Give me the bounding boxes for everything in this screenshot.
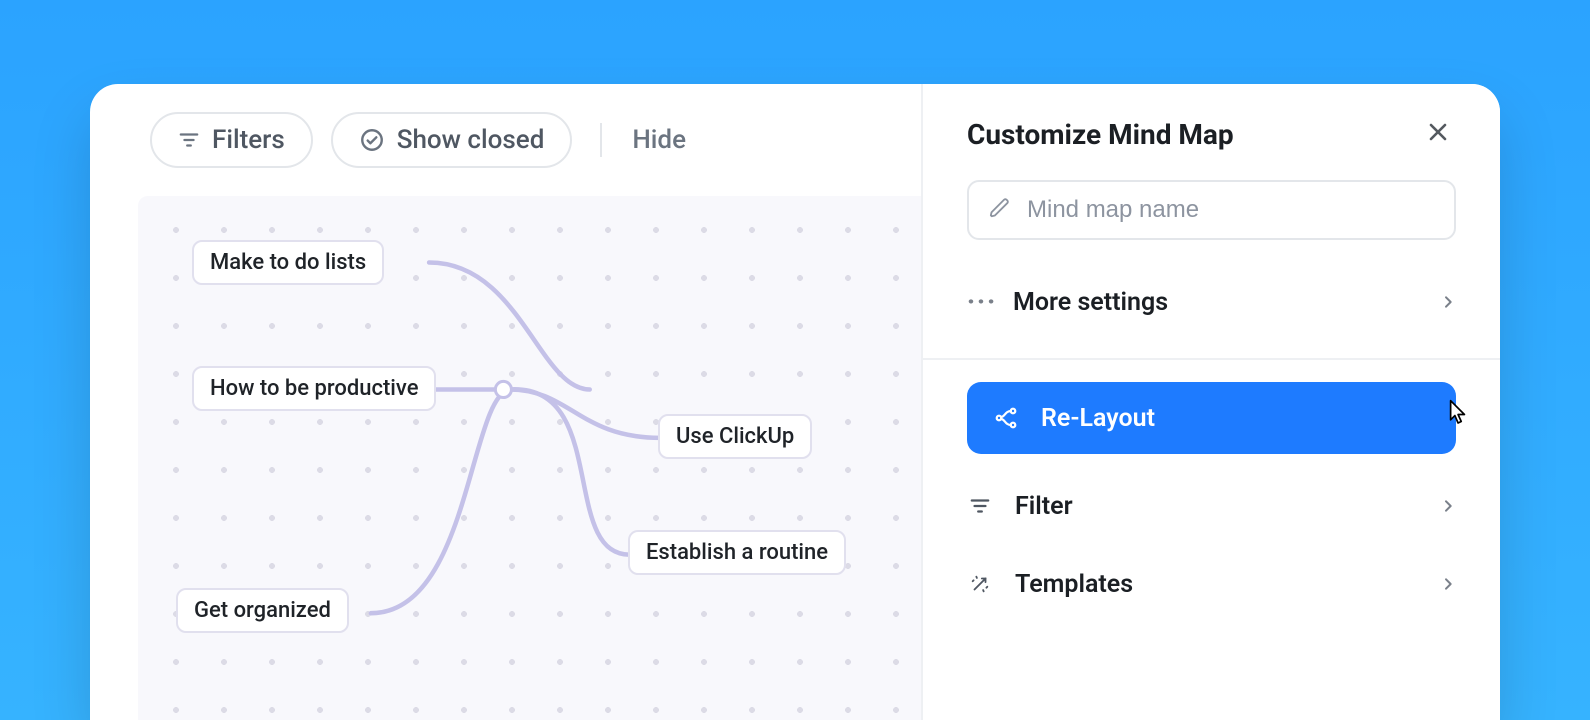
filter-icon [967,495,993,517]
relayout-label: Re-Layout [1041,404,1155,433]
show-closed-button[interactable]: Show closed [331,112,573,168]
templates-label: Templates [1015,570,1133,599]
app-window: Filters Show closed Hide [90,84,1500,720]
hide-button[interactable]: Hide [624,125,694,155]
filter-action[interactable]: Filter [923,474,1500,538]
panel-title: Customize Mind Map [967,118,1234,151]
pointer-cursor-icon [1440,398,1474,439]
panel-header: Customize Mind Map [923,84,1500,154]
node-use-clickup[interactable]: Use ClickUp [658,414,812,459]
mindmap-name-field[interactable] [967,180,1456,240]
check-circle-icon [359,127,385,153]
filters-label: Filters [212,125,285,155]
close-button[interactable] [1420,114,1456,154]
close-icon [1426,129,1450,148]
canvas-pane: Filters Show closed Hide [90,84,923,720]
node-make-to-do-lists[interactable]: Make to do lists [192,240,384,285]
pencil-icon [989,197,1011,223]
filters-button[interactable]: Filters [150,112,313,168]
node-establish-a-routine[interactable]: Establish a routine [628,530,846,575]
relayout-action[interactable]: Re-Layout [967,382,1456,454]
chevron-right-icon [1440,288,1456,317]
chevron-right-icon [1440,570,1456,599]
filter-icon [178,129,200,151]
toolbar-divider [600,123,602,157]
templates-action[interactable]: Templates [923,552,1500,616]
mindmap-canvas[interactable]: Make to do lists How to be productive Us… [138,196,921,720]
filter-label: Filter [1015,492,1073,521]
more-settings-row[interactable]: ··· More settings [923,270,1500,334]
canvas-toolbar: Filters Show closed Hide [90,84,921,188]
node-get-organized[interactable]: Get organized [176,588,349,633]
node-how-to-be-productive[interactable]: How to be productive [192,366,436,411]
panel-divider [923,358,1500,360]
wand-icon [967,573,993,595]
mindmap-name-input[interactable] [1027,196,1434,224]
show-closed-label: Show closed [397,125,545,155]
customize-panel: Customize Mind Map ··· More settings [923,84,1500,720]
more-settings-label: More settings [1013,288,1168,317]
chevron-right-icon [1440,492,1456,521]
relayout-icon [993,406,1019,430]
more-dots-icon: ··· [967,288,991,317]
